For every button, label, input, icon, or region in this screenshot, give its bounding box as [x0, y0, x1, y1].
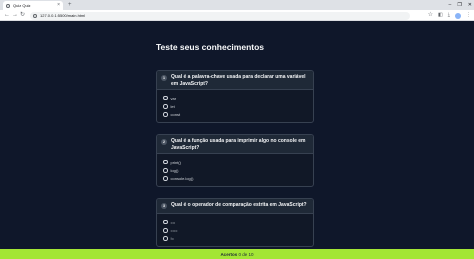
option-label: const [170, 112, 181, 118]
option-item[interactable]: === [163, 226, 307, 234]
score-value: 0 [238, 251, 241, 257]
radio-button[interactable] [163, 236, 168, 241]
question-card: 3 Qual é o operador de comparação estrit… [156, 198, 314, 247]
radio-button[interactable] [163, 112, 168, 117]
options-list: var let const [157, 90, 313, 122]
option-label: === [170, 227, 178, 233]
score-separator: de [242, 251, 248, 257]
extensions-icon[interactable]: ◧ [438, 11, 443, 20]
option-item[interactable]: let [163, 102, 307, 110]
address-bar[interactable]: 127.0.0.1:5500/main.html [30, 11, 410, 20]
score-total: 10 [248, 251, 254, 257]
maximize-icon[interactable]: ❐ [457, 1, 461, 9]
forward-icon[interactable]: → [12, 11, 18, 20]
option-item[interactable]: console.log() [163, 175, 307, 183]
question-number-badge: 3 [161, 203, 167, 209]
tab-title: Quiz Quiz [13, 3, 31, 8]
question-number-badge: 1 [161, 75, 167, 81]
question-text: Qual é o operador de comparação estrita … [171, 202, 307, 208]
radio-button[interactable] [163, 228, 168, 233]
radio-button[interactable] [163, 176, 168, 181]
url-text: 127.0.0.1:5500/main.html [40, 13, 86, 18]
option-item[interactable]: const [163, 111, 307, 119]
page-title: Teste seus conhecimentos [156, 42, 265, 52]
question-header: 3 Qual é o operador de comparação estrit… [157, 199, 313, 214]
options-list: == === != [157, 214, 313, 246]
question-text: Qual é a função usada para imprimir algo… [171, 138, 306, 151]
option-item[interactable]: var [163, 94, 307, 102]
radio-button[interactable] [163, 159, 168, 165]
question-number-badge: 2 [161, 139, 167, 145]
window-controls: – ❐ ✕ [449, 1, 472, 9]
back-icon[interactable]: ← [4, 11, 10, 20]
option-label: != [170, 236, 174, 242]
close-tab-icon[interactable]: × [57, 3, 60, 8]
option-item[interactable]: == [163, 218, 307, 226]
option-item[interactable]: log() [163, 166, 307, 174]
globe-icon [6, 3, 10, 8]
new-tab-button[interactable]: + [68, 1, 72, 9]
option-label: print() [170, 159, 181, 165]
radio-button[interactable] [163, 95, 168, 101]
menu-icon[interactable]: ⋮ [466, 11, 471, 20]
profile-avatar-icon[interactable] [455, 12, 461, 19]
option-label: console.log() [170, 176, 194, 182]
reload-icon[interactable]: ↻ [20, 11, 25, 20]
option-label: log() [170, 167, 179, 173]
question-text: Qual é a palavra-chave usada para declar… [171, 74, 306, 87]
option-label: var [170, 95, 177, 101]
downloads-icon[interactable]: ⤓ [448, 11, 450, 20]
option-item[interactable]: != [163, 235, 307, 243]
question-header: 2 Qual é a função usada para imprimir al… [157, 135, 313, 154]
browser-toolbar: ← → ↻ 127.0.0.1:5500/main.html ☆ ◧ ⤓ ⋮ [0, 10, 474, 21]
question-card: 2 Qual é a função usada para imprimir al… [156, 134, 314, 187]
browser-tab-strip: Quiz Quiz × + – ❐ ✕ [0, 0, 474, 10]
options-list: print() log() console.log() [157, 154, 313, 186]
bookmark-star-icon[interactable]: ☆ [428, 11, 433, 20]
option-label: let [170, 103, 175, 109]
question-header: 1 Qual é a palavra-chave usada para decl… [157, 71, 313, 90]
option-label: == [170, 219, 176, 225]
radio-button[interactable] [163, 219, 168, 225]
browser-tab[interactable]: Quiz Quiz × [3, 1, 63, 10]
radio-button[interactable] [163, 168, 168, 173]
option-item[interactable]: print() [163, 158, 307, 166]
score-bar: Acertos 0 de 10 [0, 249, 474, 259]
toolbar-actions: ☆ ◧ ⤓ ⋮ [428, 11, 471, 20]
score-text: Acertos 0 de 10 [220, 252, 253, 257]
question-card: 1 Qual é a palavra-chave usada para decl… [156, 70, 314, 123]
site-info-icon[interactable] [33, 13, 37, 18]
score-label: Acertos [220, 251, 238, 257]
minimize-icon[interactable]: – [449, 1, 452, 9]
close-window-icon[interactable]: ✕ [468, 1, 472, 9]
radio-button[interactable] [163, 104, 168, 109]
